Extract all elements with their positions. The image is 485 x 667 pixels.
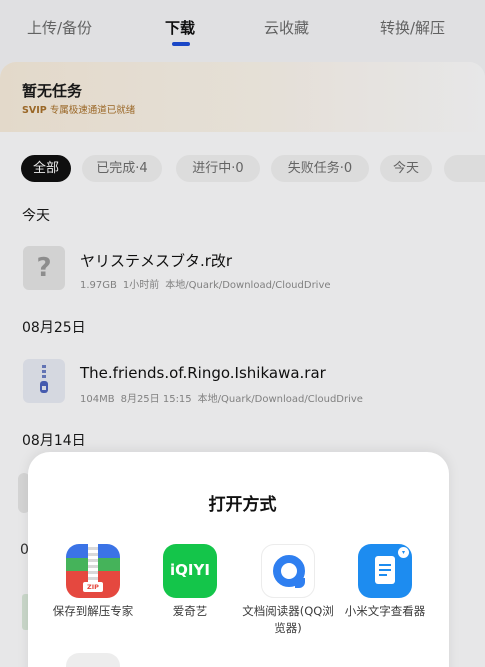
iqiyi-logo-text: iQIYI: [170, 561, 210, 579]
unzip-expert-icon[interactable]: ZIP: [66, 544, 120, 598]
document-line: [379, 564, 391, 566]
sheet-title: 打开方式: [208, 495, 277, 515]
app-label-unzip-expert[interactable]: 保存到解压专家: [43, 603, 143, 620]
app-label-qq-doc-reader[interactable]: 文档阅读器(QQ浏览器): [238, 603, 338, 637]
app-label-mi-text-viewer[interactable]: 小米文字查看器: [335, 603, 435, 620]
document-line: [379, 574, 387, 576]
zip-tag: ZIP: [83, 582, 103, 592]
next-row-app-icon-partial[interactable]: [66, 653, 120, 667]
app-label-iqiyi[interactable]: 爱奇艺: [140, 603, 240, 620]
iqiyi-icon[interactable]: iQIYI: [163, 544, 217, 598]
mi-text-viewer-icon[interactable]: ▾: [358, 544, 412, 598]
document-line: [379, 569, 391, 571]
chevron-down-icon: ▾: [398, 547, 409, 558]
zipper-strip: [88, 544, 98, 582]
qq-doc-reader-icon[interactable]: [261, 544, 315, 598]
ring-tail: [295, 578, 305, 588]
